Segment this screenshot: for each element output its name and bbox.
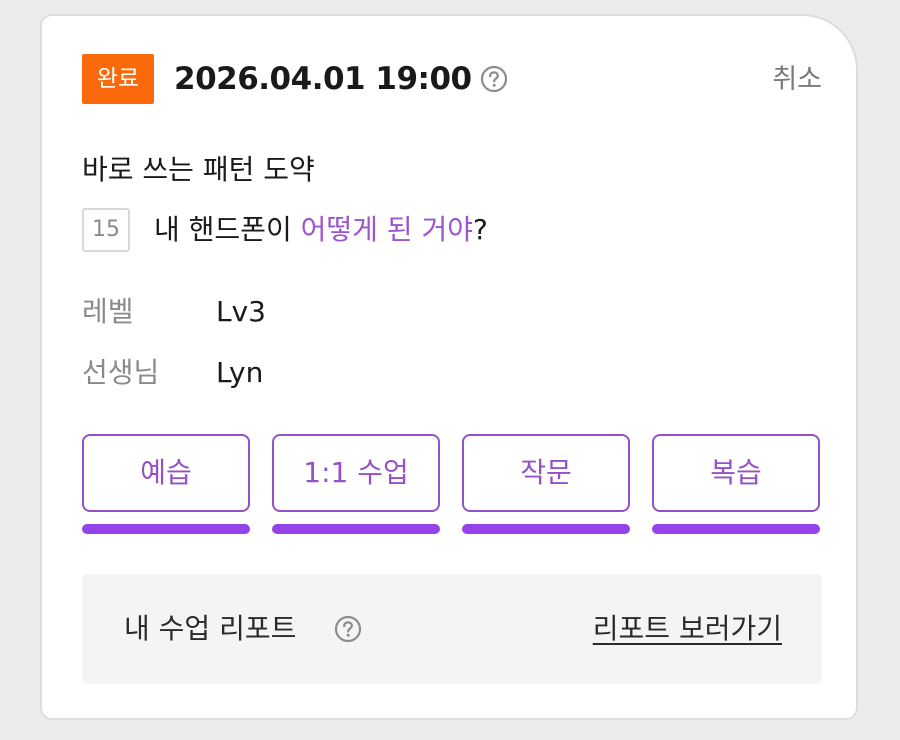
course-name: 바로 쓰는 패턴 도약: [82, 153, 315, 186]
info-row-teacher: 선생님 Lyn: [82, 353, 482, 393]
status-badge: 완료: [82, 54, 154, 104]
help-icon[interactable]: [334, 615, 362, 643]
review-button[interactable]: 복습: [652, 434, 820, 512]
class-progress-bar: [272, 524, 440, 534]
lesson-datetime: 2026.04.01 19:00: [174, 61, 472, 97]
info-row-level: 레벨 Lv3: [82, 292, 482, 332]
report-section: 내 수업 리포트 리포트 보러가기: [82, 574, 822, 684]
view-report-link[interactable]: 리포트 보러가기: [593, 610, 782, 648]
teacher-value: Lyn: [216, 356, 264, 389]
review-progress-bar: [652, 524, 820, 534]
lesson-title-prefix: 내 핸드폰이: [154, 213, 301, 246]
level-label: 레벨: [82, 295, 134, 328]
report-label: 내 수업 리포트: [124, 612, 297, 645]
preview-button[interactable]: 예습: [82, 434, 250, 512]
lesson-title: 내 핸드폰이 어떻게 된 거야?: [154, 210, 488, 250]
level-value: Lv3: [216, 295, 266, 328]
lesson-title-suffix: ?: [472, 213, 488, 246]
lesson-card: 완료 2026.04.01 19:00 취소 바로 쓰는 패턴 도약 15 내 …: [40, 14, 858, 720]
teacher-label: 선생님: [82, 356, 160, 389]
help-icon[interactable]: [480, 65, 508, 93]
lesson-title-highlight: 어떻게 된 거야: [300, 213, 473, 246]
writing-button[interactable]: 작문: [462, 434, 630, 512]
card-header: 완료 2026.04.01 19:00 취소: [82, 54, 822, 104]
cancel-button[interactable]: 취소: [772, 62, 822, 98]
writing-progress-bar: [462, 524, 630, 534]
preview-progress-bar: [82, 524, 250, 534]
lesson-number: 15: [82, 208, 130, 252]
one-on-one-class-button[interactable]: 1:1 수업: [272, 434, 440, 512]
lesson-row: 15 내 핸드폰이 어떻게 된 거야?: [82, 208, 822, 252]
